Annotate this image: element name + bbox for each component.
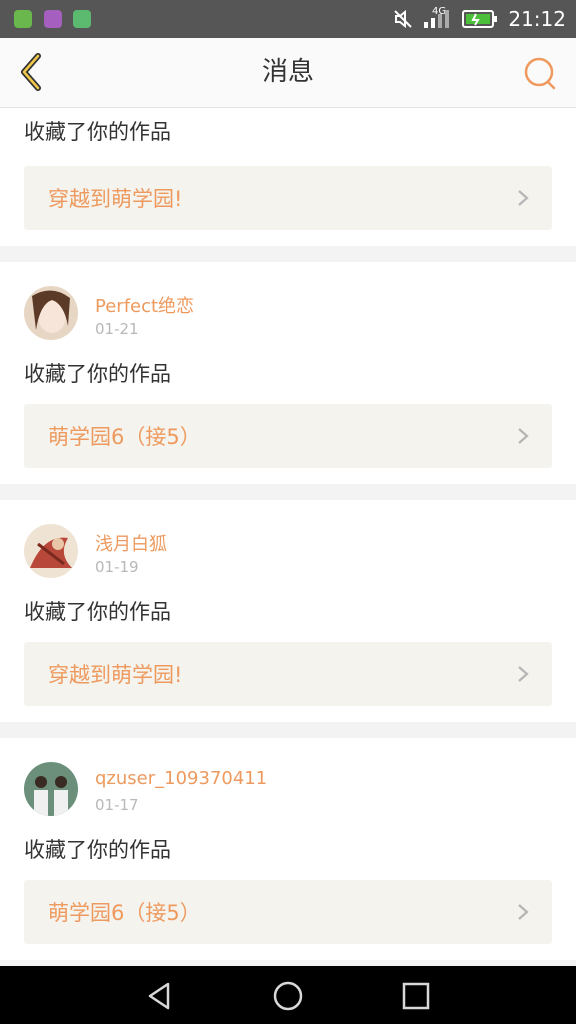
work-title: 萌学园6（接5） <box>48 901 201 925</box>
nav-recents-button[interactable] <box>398 978 434 1014</box>
work-title: 穿越到萌学园! <box>48 187 183 211</box>
wechat-app-icon <box>73 10 91 28</box>
notification-card: Perfect绝恋 01-21 收藏了你的作品 萌学园6（接5） <box>0 262 576 484</box>
message-feed: 收藏了你的作品 穿越到萌学园! Perfect绝恋 01-21 收藏了你的作品 … <box>0 108 576 976</box>
work-link[interactable]: 萌学园6（接5） <box>24 880 552 944</box>
notification-action: 收藏了你的作品 <box>24 120 171 144</box>
nav-home-icon <box>273 981 303 1011</box>
notification-action: 收藏了你的作品 <box>24 838 171 862</box>
nav-back-button[interactable] <box>142 978 178 1014</box>
chevron-right-icon <box>518 904 529 920</box>
work-title: 萌学园6（接5） <box>48 425 201 449</box>
user-name[interactable]: 浅月白狐 <box>95 530 167 556</box>
search-button[interactable] <box>520 54 560 94</box>
work-title: 穿越到萌学园! <box>48 663 183 687</box>
notification-app-icon <box>14 10 32 28</box>
work-link[interactable]: 萌学园6（接5） <box>24 404 552 468</box>
work-link[interactable]: 穿越到萌学园! <box>24 166 552 230</box>
nav-home-button[interactable] <box>270 978 306 1014</box>
avatar[interactable] <box>24 286 78 340</box>
user-row: Perfect绝恋 01-21 <box>24 262 552 356</box>
notification-action: 收藏了你的作品 <box>24 600 171 624</box>
divider <box>0 246 576 262</box>
chevron-right-icon <box>518 666 529 682</box>
notification-card: 收藏了你的作品 穿越到萌学园! <box>0 108 576 246</box>
notification-date: 01-19 <box>95 558 139 576</box>
user-name[interactable]: Perfect绝恋 <box>95 292 194 318</box>
divider <box>0 722 576 738</box>
notification-card: qzuser_109370411 01-17 收藏了你的作品 萌学园6（接5） <box>0 738 576 960</box>
nav-back-icon <box>148 982 170 1010</box>
chevron-right-icon <box>518 190 529 206</box>
signal-icon <box>424 10 450 28</box>
divider <box>0 484 576 500</box>
user-row: qzuser_109370411 01-17 <box>24 738 552 832</box>
mute-icon <box>394 9 413 29</box>
notification-action: 收藏了你的作品 <box>24 362 171 386</box>
avatar[interactable] <box>24 762 78 816</box>
notification-date: 01-21 <box>95 320 139 338</box>
chevron-right-icon <box>518 428 529 444</box>
app-header: 消息 <box>0 38 576 108</box>
user-name[interactable]: qzuser_109370411 <box>95 768 267 789</box>
page-title: 消息 <box>261 57 314 87</box>
avatar[interactable] <box>24 524 78 578</box>
notification-date: 01-17 <box>95 796 139 814</box>
status-bar: 4G 21:12 <box>0 0 576 38</box>
gallery-app-icon <box>44 10 62 28</box>
user-row: 浅月白狐 01-19 <box>24 500 552 594</box>
system-nav-bar <box>0 966 576 1024</box>
notification-card: 浅月白狐 01-19 收藏了你的作品 穿越到萌学园! <box>0 500 576 722</box>
status-time: 21:12 <box>508 7 566 31</box>
nav-recents-icon <box>402 982 430 1010</box>
battery-icon <box>462 10 498 28</box>
search-icon <box>524 57 556 90</box>
work-link[interactable]: 穿越到萌学园! <box>24 642 552 706</box>
